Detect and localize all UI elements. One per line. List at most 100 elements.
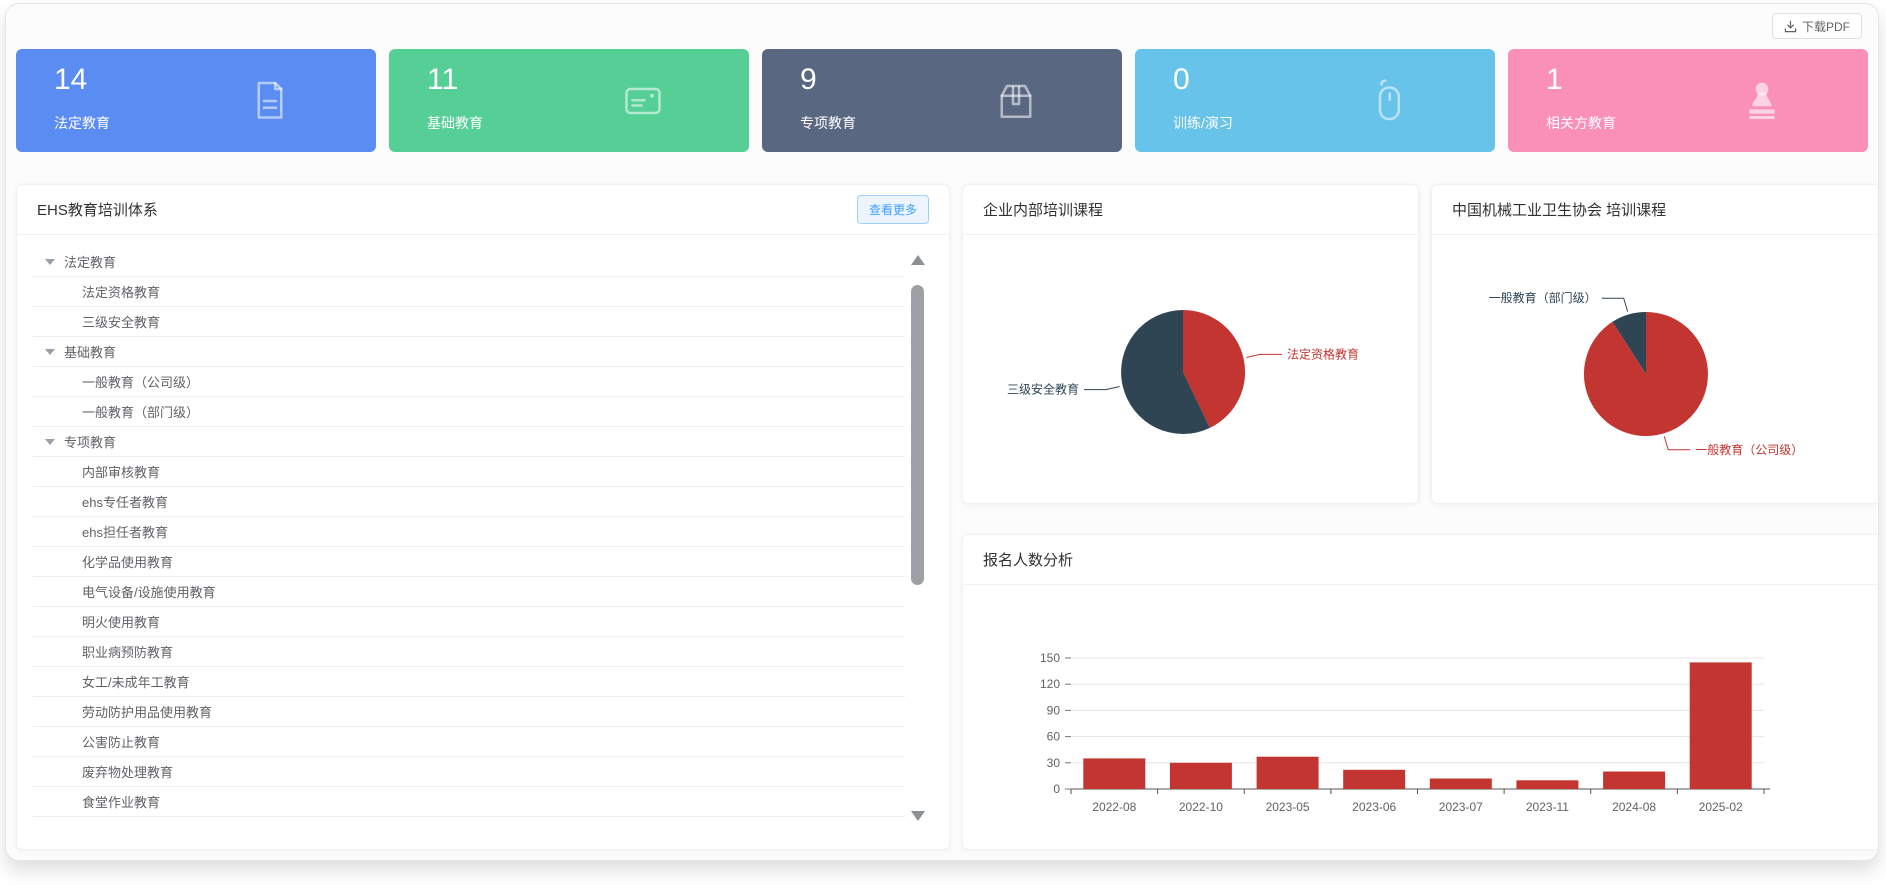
tree-item-label: 内部审核教育 [82,462,160,481]
stat-label: 法定教育 [54,113,110,133]
tree-item-label: ehs担任者教育 [82,522,168,541]
pie-label-line [1084,387,1120,390]
tree-item-row[interactable]: 一般教育（公司级） [33,367,905,397]
y-tick-label: 30 [1047,756,1061,770]
pie-label: 法定资格教育 [1287,346,1359,361]
caret-down-icon[interactable] [45,259,55,265]
tree-item-label: 基础教育 [64,342,116,361]
stat-value: 14 [54,63,87,97]
tree-item-row[interactable]: 三级安全教育 [33,307,905,337]
caret-down-icon[interactable] [45,439,55,445]
pie-label: 三级安全教育 [1007,382,1079,397]
tree-item-row[interactable]: 化学品使用教育 [33,547,905,577]
tree-item-row[interactable]: 食堂作业教育 [33,787,905,817]
stat-card-basic-education[interactable]: 11 基础教育 [389,49,749,152]
stat-card-related-party-education[interactable]: 1 相关方教育 [1508,49,1868,152]
y-tick-label: 150 [1040,651,1060,665]
enrollment-bar-chart: 03060901201502022-082022-102023-052023-0… [963,535,1879,849]
panel-header: EHS教育培训体系 查看更多 [17,185,949,235]
tree-scrollbar[interactable] [909,255,927,821]
bar[interactable] [1083,758,1145,789]
stamp-icon [1738,77,1786,125]
enrollment-analysis-panel: 报名人数分析 03060901201502022-082022-102023-0… [962,534,1879,850]
x-tick-label: 2024-08 [1612,800,1656,814]
bar[interactable] [1690,662,1752,789]
tree-group-row[interactable]: 专项教育 [33,427,905,457]
download-pdf-label: 下载PDF [1802,18,1850,35]
stat-value: 9 [800,63,817,97]
tree-item-row[interactable]: ehs专任者教育 [33,487,905,517]
bar[interactable] [1516,780,1578,789]
stat-card-legal-education[interactable]: 14 法定教育 [16,49,376,152]
ehs-dashboard-page: 下载PDF 14 法定教育 11 基础教育 9 专项教育 [5,3,1879,861]
tree-item-label: 专项教育 [64,432,116,451]
tree-item-row[interactable]: 法定资格教育 [33,277,905,307]
scroll-down-arrow-icon[interactable] [911,811,925,821]
association-training-pie-chart: 一般教育（公司级） 一般教育（部门级） [1432,185,1879,503]
tree-item-label: 三级安全教育 [82,312,160,331]
stat-label: 专项教育 [800,113,856,133]
association-training-pie-panel: 中国机械工业卫生协会 培训课程 一般教育（公司级）一般教育（部门级） [1431,184,1879,504]
x-tick-label: 2023-07 [1439,800,1483,814]
tree-item-label: 废弃物处理教育 [82,762,173,781]
bar[interactable] [1430,779,1492,790]
bar[interactable] [1170,763,1232,789]
tree-item-row[interactable]: 电气设备/设施使用教育 [33,577,905,607]
stat-label: 基础教育 [427,113,483,133]
tree-item-row[interactable]: 女工/未成年工教育 [33,667,905,697]
y-tick-label: 120 [1040,677,1060,691]
bar[interactable] [1603,772,1665,790]
tree-item-label: 一般教育（公司级） [82,372,199,391]
y-tick-label: 0 [1053,782,1060,796]
internal-training-pie-chart: 法定资格教育三级安全教育 [963,185,1420,503]
pie-label-line [1602,298,1628,311]
mouse-icon [1365,77,1413,125]
tree-group-row[interactable]: 法定教育 [33,247,905,277]
tree-item-label: 食堂作业教育 [82,792,160,811]
tree-item-row[interactable]: 一般教育（部门级） [33,397,905,427]
scroll-up-arrow-icon[interactable] [911,255,925,265]
tree-item-row[interactable]: ehs担任者教育 [33,517,905,547]
tree-group-row[interactable]: 基础教育 [33,337,905,367]
tree-list: 法定教育法定资格教育三级安全教育基础教育一般教育（公司级） 一般教育（部门级） 专项… [33,247,905,817]
view-more-button[interactable]: 查看更多 [857,195,929,224]
document-icon [246,77,294,125]
x-tick-label: 2023-06 [1352,800,1396,814]
y-tick-label: 90 [1047,703,1061,717]
caret-down-icon[interactable] [45,349,55,355]
id-card-icon [619,77,667,125]
pie-label-line [1246,354,1282,357]
tree-item-label: 化学品使用教育 [82,552,173,571]
tree-item-label: 劳动防护用品使用教育 [82,702,212,721]
x-tick-label: 2023-11 [1526,800,1569,814]
y-tick-label: 60 [1047,730,1061,744]
download-pdf-button[interactable]: 下载PDF [1772,13,1862,39]
stat-card-training-drill[interactable]: 0 训练/演习 [1135,49,1495,152]
stat-cards-row: 14 法定教育 11 基础教育 9 专项教育 [16,49,1868,152]
scrollbar-thumb[interactable] [911,285,924,585]
stat-card-special-education[interactable]: 9 专项教育 [762,49,1122,152]
x-tick-label: 2022-10 [1179,800,1223,814]
tree-item-label: 法定教育 [64,252,116,271]
tree-item-row[interactable]: 劳动防护用品使用教育 [33,697,905,727]
pie-label-line [1664,436,1690,449]
stat-label: 训练/演习 [1173,113,1233,133]
stat-label: 相关方教育 [1546,113,1616,133]
tree-item-label: 一般教育（部门级） [82,402,199,421]
stat-value: 11 [427,63,458,97]
x-tick-label: 2023-05 [1266,800,1310,814]
panel-title: EHS教育培训体系 [37,199,158,220]
bar[interactable] [1257,757,1319,789]
pie-label: 一般教育（部门级） [1489,290,1597,305]
tree-item-row[interactable]: 公害防止教育 [33,727,905,757]
bar[interactable] [1343,770,1405,789]
tree-item-label: ehs专任者教育 [82,492,168,511]
tree-item-row[interactable]: 内部审核教育 [33,457,905,487]
tree-item-label: 职业病预防教育 [82,642,173,661]
pie-label: 一般教育（公司级） [1695,442,1803,457]
stat-value: 1 [1546,63,1563,97]
tree-item-row[interactable]: 废弃物处理教育 [33,757,905,787]
x-tick-label: 2025-02 [1699,800,1743,814]
tree-item-row[interactable]: 职业病预防教育 [33,637,905,667]
tree-item-row[interactable]: 明火使用教育 [33,607,905,637]
